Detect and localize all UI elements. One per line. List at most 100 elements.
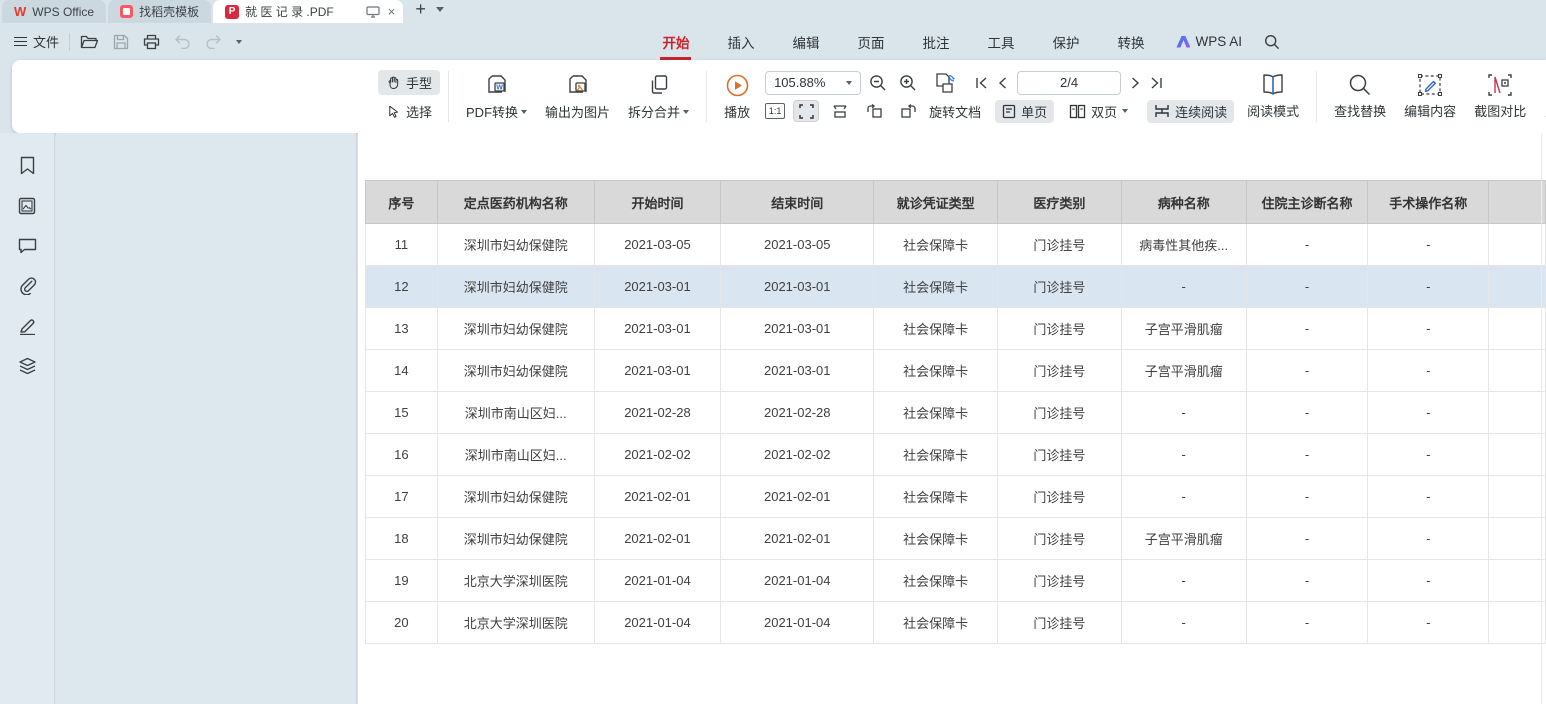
attachment-panel-button[interactable] [17,275,38,296]
actual-size-button[interactable]: 1:1 [765,103,785,119]
tab-document[interactable]: P 就 医 记 录 .PDF × [213,0,403,23]
menu-item-7[interactable]: 转换 [1115,26,1146,58]
redo-icon[interactable] [205,34,222,49]
table-cell: 门诊挂号 [997,602,1121,644]
table-cell: 子宫平滑肌瘤 [1121,350,1246,392]
thumbnail-panel-button[interactable] [17,195,38,216]
table-cell: 2021-02-28 [594,392,721,434]
menu-item-3[interactable]: 页面 [855,26,886,58]
comment-panel-button[interactable] [17,235,38,256]
page-right-edge [1541,133,1542,704]
menu-item-5[interactable]: 工具 [985,26,1016,58]
fit-width-button[interactable] [827,100,853,122]
print-icon[interactable] [143,34,160,50]
table-cell: 2021-03-01 [721,308,874,350]
read-mode-icon [1260,73,1286,97]
save-icon[interactable] [113,34,129,50]
zoom-out-icon[interactable] [869,74,887,92]
table-cell: 2021-03-01 [594,308,721,350]
search-icon[interactable] [1264,34,1280,50]
export-as-image-button[interactable]: 输出为图片 [536,70,619,123]
menu-bar: 文件 开始 插入 编辑 页面 批注 工具 保护 转换 WPS AI [0,23,1546,60]
bookmark-panel-button[interactable] [17,155,38,176]
menu-item-6[interactable]: 保护 [1050,26,1081,58]
table-cell: 门诊挂号 [997,266,1121,308]
new-tab-icon[interactable]: + [415,0,426,18]
menu-item-1[interactable]: 插入 [725,26,756,58]
table-cell-partial [1489,602,1546,644]
last-page-icon[interactable] [1150,77,1163,89]
wps-ai-button[interactable]: WPS AI [1176,34,1242,49]
column-header: 就诊凭证类型 [874,181,998,224]
hand-tool-button[interactable]: 手型 [378,70,440,95]
tab-docer-templates[interactable]: 找稻壳模板 [108,0,211,23]
layers-panel-button[interactable] [17,355,38,376]
pdf-page[interactable]: 序号定点医药机构名称开始时间结束时间就诊凭证类型医疗类别病种名称住院主诊断名称手… [358,133,1546,704]
continuous-reading-button[interactable]: 连续阅读 [1147,100,1234,123]
signature-panel-button[interactable] [17,315,38,336]
table-cell: 子宫平滑肌瘤 [1121,518,1246,560]
table-cell: 子宫平滑肌瘤 [1121,308,1246,350]
table-cell: - [1121,560,1246,602]
rotate-left-button[interactable] [861,100,887,122]
navigation-panel[interactable] [56,133,357,704]
docer-icon [120,5,133,18]
prev-page-icon[interactable] [998,77,1007,89]
close-tab-icon[interactable]: × [388,4,396,19]
fit-width-icon [832,105,848,118]
table-row: 14深圳市妇幼保健院2021-03-012021-03-01社会保障卡门诊挂号子… [366,350,1546,392]
column-header: 开始时间 [594,181,721,224]
file-menu-button[interactable]: 文件 [14,32,59,51]
screenshot-compare-button[interactable]: 截图对比 [1465,71,1535,122]
tab-list-chevron-icon[interactable] [436,7,444,12]
menu-item-2[interactable]: 编辑 [790,26,821,58]
table-cell: 2021-03-05 [594,224,721,266]
table-cell: 门诊挂号 [997,560,1121,602]
table-cell: 2021-02-02 [721,434,874,476]
compress-button[interactable]: 压缩 [1535,71,1546,122]
single-page-label: 单页 [1021,102,1047,121]
table-cell: 门诊挂号 [997,308,1121,350]
page-number-input[interactable]: 2/4 [1017,71,1121,95]
table-cell: - [1368,266,1489,308]
table-cell: - [1368,476,1489,518]
medical-records-table: 序号定点医药机构名称开始时间结束时间就诊凭证类型医疗类别病种名称住院主诊断名称手… [365,180,1546,644]
open-file-icon[interactable] [80,34,99,50]
table-cell: 北京大学深圳医院 [437,560,594,602]
double-page-button[interactable]: 双页 [1062,100,1135,123]
rotate-right-button[interactable] [895,100,921,122]
first-page-icon[interactable] [975,77,988,89]
table-cell: 深圳市妇幼保健院 [437,476,594,518]
read-mode-button[interactable]: 阅读模式 [1238,71,1308,122]
rotate-pages-icon[interactable] [933,72,957,94]
undo-icon[interactable] [174,34,191,49]
table-cell: 2021-02-01 [594,476,721,518]
quick-access-chevron-icon[interactable] [236,40,242,44]
single-page-button[interactable]: 单页 [995,100,1054,123]
menu-item-0[interactable]: 开始 [660,26,691,58]
table-cell: 社会保障卡 [874,224,998,266]
rotate-doc-label[interactable]: 旋转文档 [929,102,981,121]
table-row: 19北京大学深圳医院2021-01-042021-01-04社会保障卡门诊挂号-… [366,560,1546,602]
play-button[interactable]: 播放 [715,71,759,123]
zoom-in-icon[interactable] [899,74,917,92]
table-row: 12深圳市妇幼保健院2021-03-012021-03-01社会保障卡门诊挂号-… [366,266,1546,308]
zoom-level-dropdown[interactable]: 105.88% [765,71,861,95]
split-merge-button[interactable]: 拆分合并 [619,70,698,123]
next-page-icon[interactable] [1131,77,1140,89]
edit-content-button[interactable]: 编辑内容 [1395,71,1465,122]
table-cell: 病毒性其他疾... [1121,224,1246,266]
select-tool-button[interactable]: 选择 [378,99,440,124]
share-screen-icon[interactable] [366,6,380,18]
column-header: 手术操作名称 [1368,181,1489,224]
table-cell: - [1246,392,1368,434]
menu-item-4[interactable]: 批注 [920,26,951,58]
screenshot-compare-icon [1487,73,1513,97]
fit-page-button[interactable] [793,100,819,122]
find-replace-button[interactable]: 查找替换 [1325,71,1395,122]
tab-wps-home[interactable]: W WPS Office [2,0,106,23]
pdf-convert-button[interactable]: W PDF转换 [457,70,536,123]
rotate-left-icon [866,104,883,119]
wps-ai-icon [1176,36,1190,48]
svg-text:W: W [496,85,503,92]
